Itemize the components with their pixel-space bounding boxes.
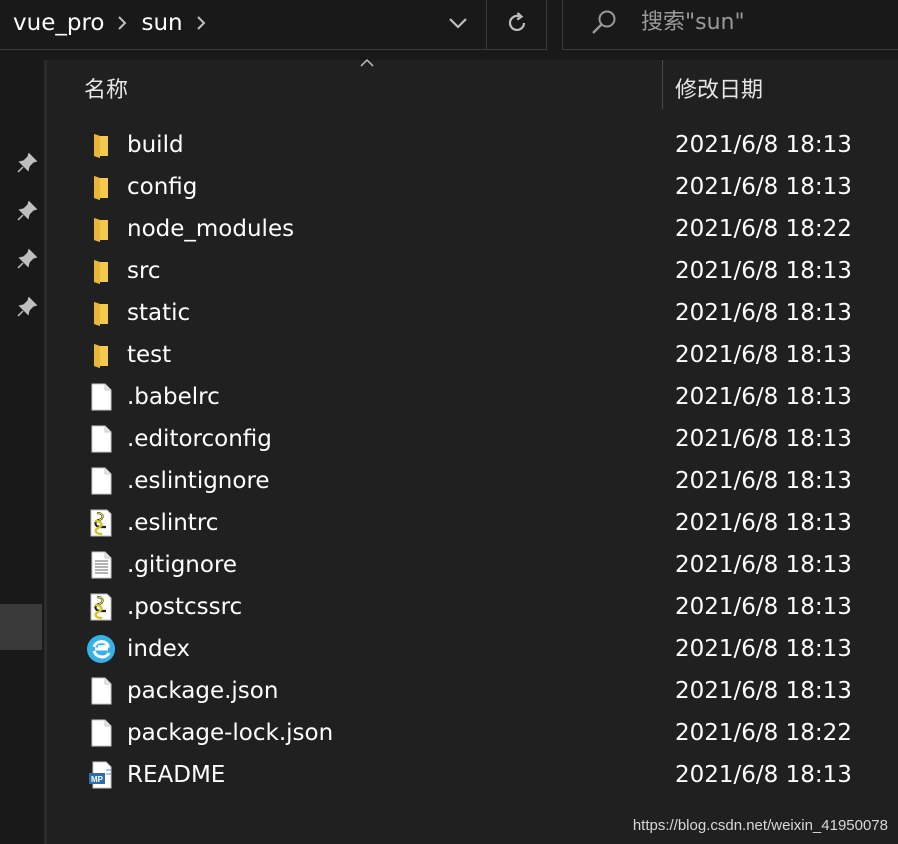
file-name[interactable]: .editorconfig (127, 418, 272, 460)
file-name[interactable]: .eslintignore (127, 460, 270, 502)
search-icon (592, 10, 616, 34)
file-date-modified: 2021/6/8 18:13 (675, 384, 852, 410)
file-row[interactable]: test 2021/6/8 18:13 (47, 334, 898, 376)
pin-icon[interactable] (16, 200, 38, 222)
file-date-modified: 2021/6/8 18:13 (675, 552, 852, 578)
file-name[interactable]: README (127, 754, 225, 796)
blank-file-icon (86, 382, 116, 412)
sort-ascending-icon (360, 58, 374, 67)
address-bar[interactable]: vue_pro sun (0, 0, 547, 50)
file-date-modified: 2021/6/8 18:22 (675, 720, 852, 746)
markdown-file-icon: MP (86, 760, 116, 790)
pin-icon[interactable] (16, 152, 38, 174)
file-name[interactable]: index (127, 628, 190, 670)
svg-text:MP: MP (91, 775, 104, 784)
blank-file-icon (86, 424, 116, 454)
pin-icon[interactable] (16, 248, 38, 270)
folder-icon (86, 256, 116, 286)
chevron-right-icon[interactable] (117, 16, 127, 30)
folder-icon (86, 214, 116, 244)
file-date-modified: 2021/6/8 18:13 (675, 174, 852, 200)
column-header-row: 名称 修改日期 (47, 58, 898, 110)
file-date-modified: 2021/6/8 18:13 (675, 342, 852, 368)
file-row[interactable]: .eslintignore 2021/6/8 18:13 (47, 460, 898, 502)
file-name[interactable]: package-lock.json (127, 712, 333, 754)
file-name[interactable]: .babelrc (127, 376, 220, 418)
navigation-pane (0, 60, 44, 844)
blank-file-icon (86, 676, 116, 706)
file-row[interactable]: .editorconfig 2021/6/8 18:13 (47, 418, 898, 460)
file-row[interactable]: package-lock.json 2021/6/8 18:22 (47, 712, 898, 754)
folder-icon (86, 340, 116, 370)
file-row[interactable]: config 2021/6/8 18:13 (47, 166, 898, 208)
refresh-icon (508, 12, 526, 32)
file-row[interactable]: static 2021/6/8 18:13 (47, 292, 898, 334)
file-date-modified: 2021/6/8 18:13 (675, 300, 852, 326)
file-name[interactable]: test (127, 334, 171, 376)
breadcrumb: vue_pro sun (13, 0, 220, 46)
column-resize-handle[interactable] (662, 60, 663, 109)
script-file-icon (86, 508, 116, 538)
file-list: build 2021/6/8 18:13 config 2021/6/8 18:13 n… (47, 124, 898, 796)
file-row[interactable]: .gitignore 2021/6/8 18:13 (47, 544, 898, 586)
file-name[interactable]: .postcssrc (127, 586, 242, 628)
file-date-modified: 2021/6/8 18:22 (675, 216, 852, 242)
breadcrumb-item-sun[interactable]: sun (141, 10, 182, 36)
file-list-view: 名称 修改日期 build 2021/6/8 18:13 config 2021/6/… (47, 58, 898, 844)
column-header-date-modified[interactable]: 修改日期 (675, 72, 763, 104)
file-row[interactable]: .postcssrc 2021/6/8 18:13 (47, 586, 898, 628)
text-file-icon (86, 550, 116, 580)
file-row[interactable]: MP README 2021/6/8 18:13 (47, 754, 898, 796)
file-row[interactable]: .babelrc 2021/6/8 18:13 (47, 376, 898, 418)
file-date-modified: 2021/6/8 18:13 (675, 426, 852, 452)
file-date-modified: 2021/6/8 18:13 (675, 594, 852, 620)
file-name[interactable]: static (127, 292, 190, 334)
column-header-name[interactable]: 名称 (84, 72, 128, 104)
file-date-modified: 2021/6/8 18:13 (675, 636, 852, 662)
top-bar: vue_pro sun 搜索"sun" (0, 0, 898, 52)
file-date-modified: 2021/6/8 18:13 (675, 468, 852, 494)
blank-file-icon (86, 466, 116, 496)
file-date-modified: 2021/6/8 18:13 (675, 762, 852, 788)
file-row[interactable]: index 2021/6/8 18:13 (47, 628, 898, 670)
file-row[interactable]: .eslintrc 2021/6/8 18:13 (47, 502, 898, 544)
breadcrumb-item-vue-pro[interactable]: vue_pro (13, 10, 104, 36)
file-name[interactable]: .eslintrc (127, 502, 218, 544)
watermark: https://blog.csdn.net/weixin_41950078 (632, 817, 888, 834)
file-row[interactable]: node_modules 2021/6/8 18:22 (47, 208, 898, 250)
search-input[interactable]: 搜索"sun" (641, 0, 745, 46)
chevron-down-icon (448, 18, 467, 29)
file-date-modified: 2021/6/8 18:13 (675, 678, 852, 704)
file-name[interactable]: config (127, 166, 197, 208)
file-date-modified: 2021/6/8 18:13 (675, 258, 852, 284)
file-name[interactable]: src (127, 250, 161, 292)
browser-file-icon (86, 634, 116, 664)
file-date-modified: 2021/6/8 18:13 (675, 510, 852, 536)
script-file-icon (86, 592, 116, 622)
file-row[interactable]: build 2021/6/8 18:13 (47, 124, 898, 166)
blank-file-icon (86, 718, 116, 748)
file-name[interactable]: node_modules (127, 208, 294, 250)
nav-selected-item[interactable] (0, 604, 42, 650)
file-row[interactable]: package.json 2021/6/8 18:13 (47, 670, 898, 712)
file-name[interactable]: package.json (127, 670, 278, 712)
file-date-modified: 2021/6/8 18:13 (675, 132, 852, 158)
pin-icon[interactable] (16, 296, 38, 318)
address-divider (486, 0, 487, 50)
chevron-right-icon[interactable] (196, 16, 206, 30)
refresh-button[interactable] (488, 0, 546, 46)
address-history-button[interactable] (430, 0, 485, 46)
folder-icon (86, 298, 116, 328)
file-row[interactable]: src 2021/6/8 18:13 (47, 250, 898, 292)
folder-icon (86, 172, 116, 202)
search-box[interactable]: 搜索"sun" (562, 0, 898, 50)
file-name[interactable]: .gitignore (127, 544, 237, 586)
file-name[interactable]: build (127, 124, 184, 166)
folder-icon (86, 130, 116, 160)
